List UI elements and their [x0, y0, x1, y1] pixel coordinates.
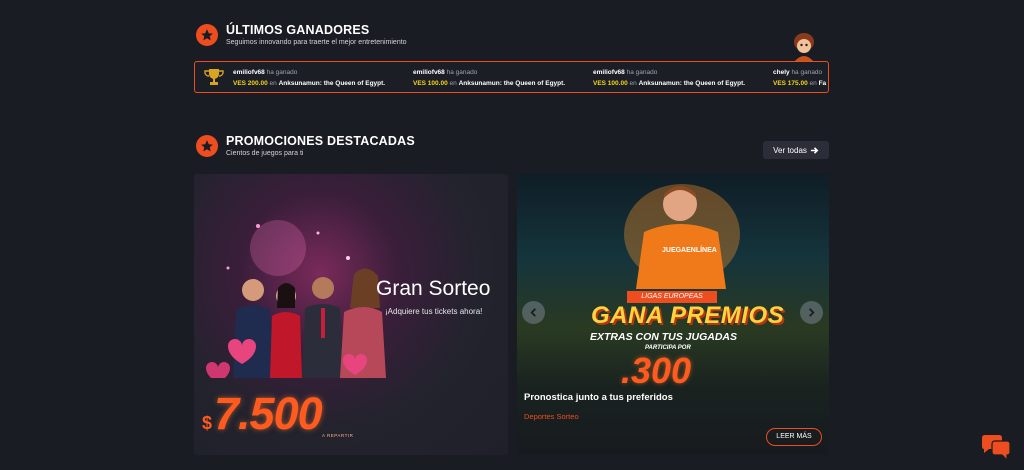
view-all-button[interactable]: Ver todas — [763, 141, 829, 159]
carousel-prev-button[interactable] — [522, 301, 545, 324]
promo-category: Deportes Sorteo — [524, 412, 579, 421]
promo-headline: GANA PREMIOS — [591, 302, 785, 329]
star-icon — [196, 24, 218, 46]
winner-item: emiliofv68 ha ganado VES 200.00 en Anksu… — [233, 69, 386, 87]
winner-item: emiliofv68 ha ganado VES 100.00 en Anksu… — [413, 69, 566, 87]
prize-currency: $ — [202, 413, 213, 433]
chevron-left-icon — [530, 308, 536, 317]
winners-subtitle: Seguimos innovando para traerte el mejor… — [226, 39, 407, 46]
promo-card-ligas-europeas[interactable]: JUEGAENLÍNEA LIGAS EUROPEAS GANA PREMIOS… — [517, 174, 829, 455]
promo-card-gran-sorteo[interactable]: Gran Sorteo ¡Adquiere tus tickets ahora!… — [194, 174, 508, 455]
promo-title: Gran Sorteo — [376, 277, 491, 300]
shirt-logo-text: JUEGAENLÍNEA — [662, 245, 717, 254]
mascot-avatar — [794, 33, 814, 62]
promo-presenter-image: JUEGAENLÍNEA — [624, 184, 740, 289]
winner-item: chely ha ganado VES 175.00 en Fa — [773, 69, 827, 87]
promo-title: Pronostica junto a tus preferidos — [524, 392, 673, 403]
trophy-icon — [204, 69, 224, 85]
winners-title: ÚLTIMOS GANADORES — [226, 23, 370, 37]
winners-header: ÚLTIMOS GANADORES Seguimos innovando par… — [196, 23, 407, 46]
winners-ticker: emiliofv68 ha ganado VES 200.00 en Anksu… — [194, 61, 829, 93]
promos-header: PROMOCIONES DESTACADAS Cientos de juegos… — [196, 134, 415, 157]
carousel-next-button[interactable] — [800, 301, 823, 324]
arrow-right-icon — [810, 146, 819, 154]
view-all-label: Ver todas — [773, 145, 807, 155]
promos-title: PROMOCIONES DESTACADAS — [226, 134, 415, 148]
promo-prize: .300 — [621, 350, 692, 391]
promos-subtitle: Cientos de juegos para ti — [226, 150, 304, 157]
prize-amount: 7.500 — [214, 388, 323, 439]
promo-subtitle: ¡Adquiere tus tickets ahora! — [385, 307, 483, 316]
winner-item: emiliofv68 ha ganado VES 100.00 en Anksu… — [593, 69, 746, 87]
promo-hosts-image — [206, 220, 386, 378]
promo-subheadline: EXTRAS CON TUS JUGADAS — [590, 331, 738, 343]
prize-note: A REPARTIR — [322, 433, 354, 438]
chevron-right-icon — [809, 308, 815, 317]
star-icon — [196, 135, 218, 157]
chat-icon[interactable] — [980, 434, 1012, 462]
promo-prize: $ 7.500 — [202, 388, 323, 440]
read-more-button[interactable]: LEER MÁS — [766, 428, 822, 446]
